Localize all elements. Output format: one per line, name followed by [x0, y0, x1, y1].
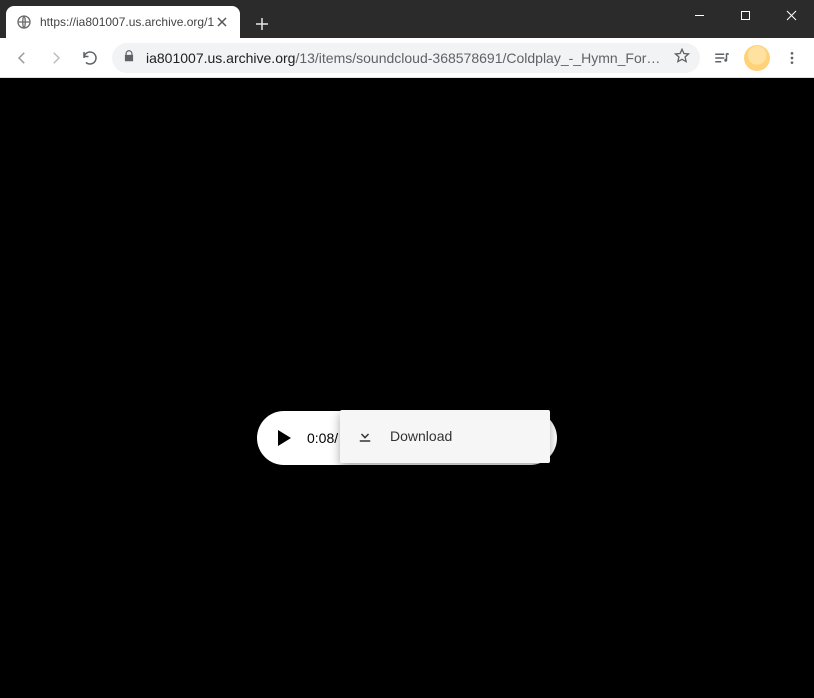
address-bar[interactable]: ia801007.us.archive.org/13/items/soundcl…	[112, 43, 700, 73]
browser-tab[interactable]: https://ia801007.us.archive.org/1	[6, 6, 240, 38]
url-text: ia801007.us.archive.org/13/items/soundcl…	[146, 50, 668, 66]
media-control-icon[interactable]	[706, 42, 738, 74]
back-button[interactable]	[6, 42, 38, 74]
lock-icon	[122, 49, 136, 66]
download-label: Download	[390, 428, 452, 444]
globe-icon	[16, 14, 32, 30]
url-path: /13/items/soundcloud-368578691/Coldplay_…	[295, 50, 668, 66]
reload-button[interactable]	[74, 42, 106, 74]
tabstrip: https://ia801007.us.archive.org/1	[0, 0, 276, 38]
context-menu: Download	[340, 410, 550, 463]
new-tab-button[interactable]	[248, 10, 276, 38]
download-icon	[356, 426, 374, 447]
page-content: 0:08 / Download	[0, 78, 814, 698]
close-tab-icon[interactable]	[214, 14, 230, 30]
minimize-button[interactable]	[676, 0, 722, 30]
bookmark-star-icon[interactable]	[674, 48, 690, 67]
current-time: 0:08	[307, 430, 334, 446]
download-menu-item[interactable]: Download	[340, 420, 550, 453]
forward-button[interactable]	[40, 42, 72, 74]
window-controls	[676, 0, 814, 30]
close-window-button[interactable]	[768, 0, 814, 30]
profile-avatar[interactable]	[744, 45, 770, 71]
chrome-menu-button[interactable]	[776, 42, 808, 74]
time-separator: /	[334, 430, 338, 446]
play-icon[interactable]	[273, 427, 295, 449]
titlebar: https://ia801007.us.archive.org/1	[0, 0, 814, 38]
toolbar: ia801007.us.archive.org/13/items/soundcl…	[0, 38, 814, 78]
maximize-button[interactable]	[722, 0, 768, 30]
url-host: ia801007.us.archive.org	[146, 50, 295, 66]
tab-title: https://ia801007.us.archive.org/1	[40, 15, 214, 29]
